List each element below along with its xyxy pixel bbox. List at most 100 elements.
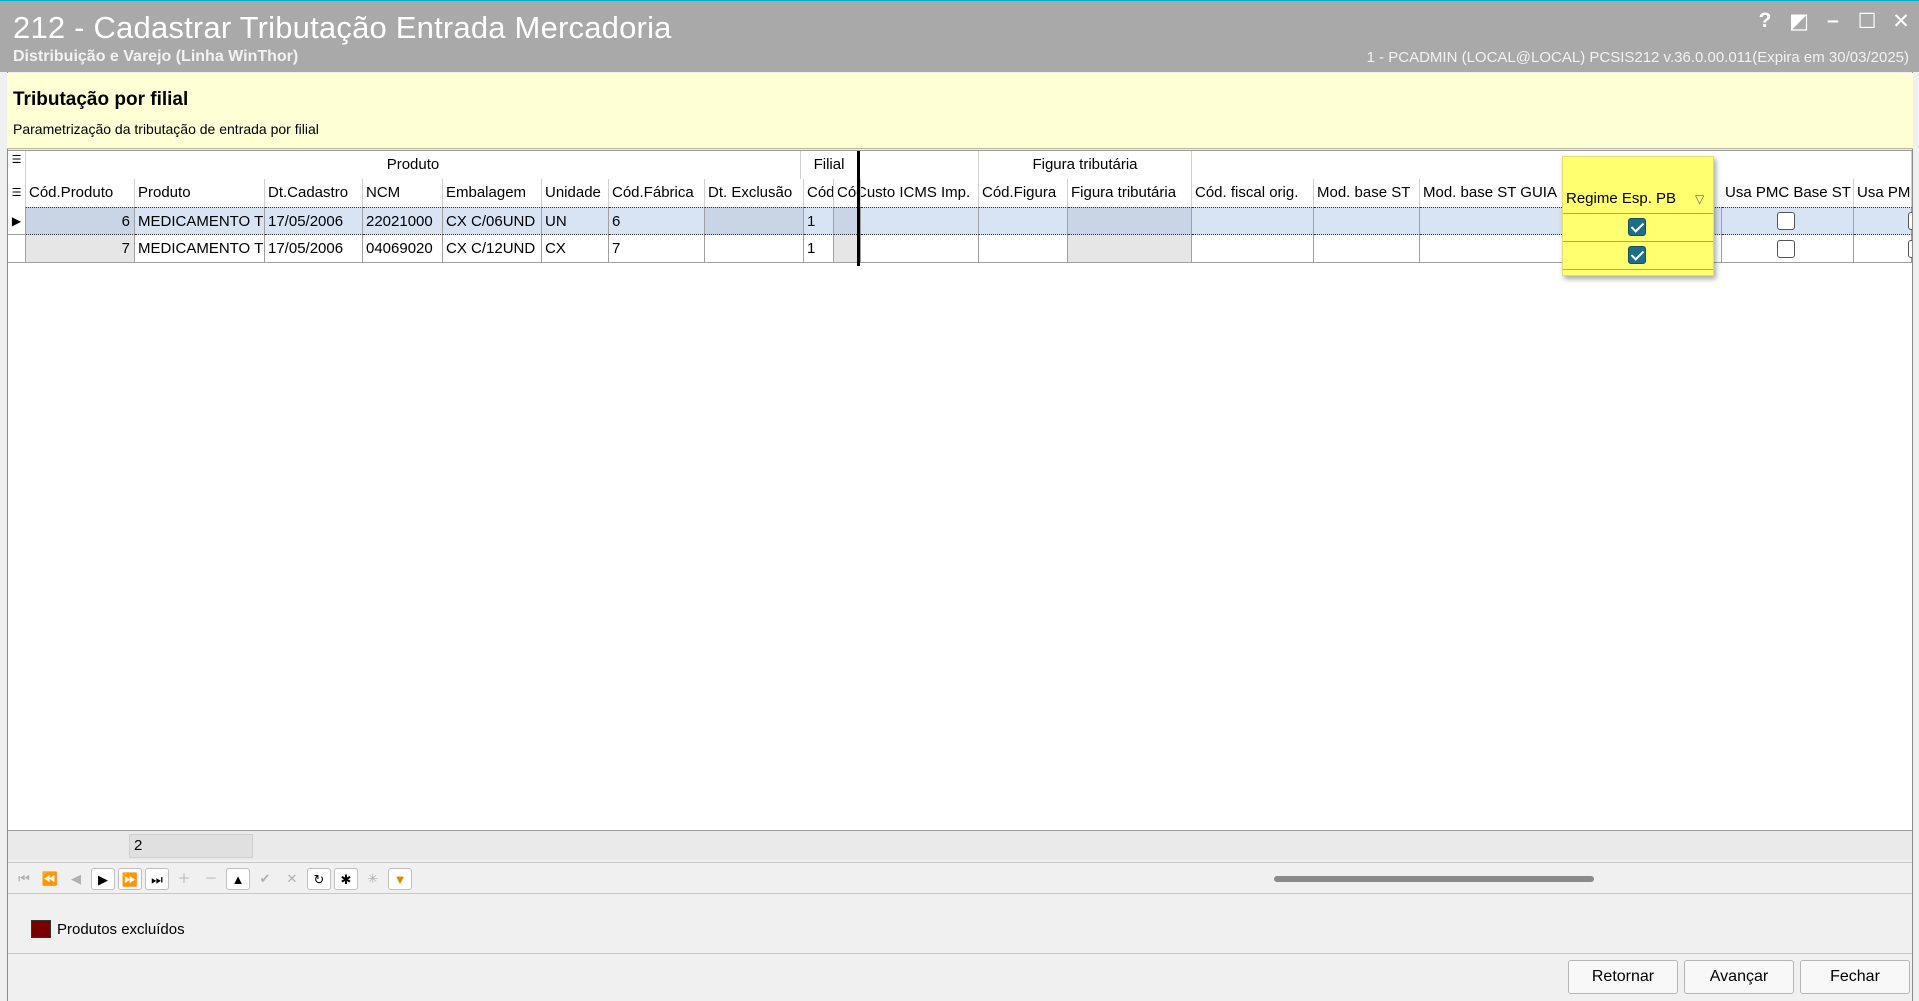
prev-page-icon[interactable]: ⏪ xyxy=(38,868,62,890)
col-cod-filial[interactable]: Cód. xyxy=(804,179,834,207)
cell-unidade[interactable]: CX xyxy=(542,235,609,263)
filter-funnel-icon[interactable]: ▼ xyxy=(388,868,412,890)
cell-ncm[interactable]: 22021000 xyxy=(363,207,443,235)
grid-navigator: ⏮ ⏪ ◀ ▶ ⏩ ⏭ ＋ － ▲ ✔ ✕ ↻ ✱ ✳ ▼ xyxy=(8,862,1912,894)
cell-cod-fiscal-orig[interactable] xyxy=(1192,207,1314,235)
record-count: 2 xyxy=(129,834,253,858)
band-figura: Figura tributária xyxy=(979,151,1192,179)
col-usa-pmc-base-st[interactable]: Usa PMC Base ST xyxy=(1722,179,1854,207)
col-produto[interactable]: Produto xyxy=(135,179,265,207)
col-unidade[interactable]: Unidade xyxy=(542,179,609,207)
edit-icon[interactable]: ▲ xyxy=(226,868,250,890)
band-menu-icon[interactable]: ☰ xyxy=(8,151,26,179)
usa-pmpf-checkbox[interactable] xyxy=(1908,240,1912,258)
cell-cod-filial[interactable]: 1 xyxy=(804,207,834,235)
section-banner: Tributação por filial Parametrização da … xyxy=(7,73,1913,149)
window-subtitle: Distribuição e Varejo (Linha WinThor) xyxy=(13,48,299,65)
regime-esp-pb-checkbox[interactable] xyxy=(1628,218,1646,236)
usa-pmpf-checkbox[interactable] xyxy=(1908,212,1912,230)
cell-cod-fabrica[interactable]: 6 xyxy=(609,207,705,235)
cell-dt-cadastro[interactable]: 17/05/2006 xyxy=(265,207,363,235)
refresh-icon[interactable]: ↻ xyxy=(307,868,331,890)
cell-mod-base-st-guia[interactable] xyxy=(1420,207,1570,235)
filter-icon[interactable]: ▽ xyxy=(1695,185,1704,213)
cell-dt-cadastro[interactable]: 17/05/2006 xyxy=(265,235,363,263)
next-record-icon[interactable]: ▶ xyxy=(91,868,115,890)
row-indicator-icon: ▶ xyxy=(8,207,26,235)
row-indicator xyxy=(8,235,26,263)
post-icon[interactable]: ✔ xyxy=(253,868,277,890)
legend: Produtos excluídos xyxy=(31,918,185,940)
cell-cod-fabrica[interactable]: 7 xyxy=(609,235,705,263)
legend-label: Produtos excluídos xyxy=(57,920,185,938)
col-cod-fiscal-orig[interactable]: Cód. fiscal orig. xyxy=(1192,179,1314,207)
minimize-icon[interactable]: – xyxy=(1823,9,1843,34)
regime-esp-pb-checkbox[interactable] xyxy=(1628,246,1646,264)
cell-produto[interactable]: MEDICAMENTO TESTE xyxy=(135,207,265,235)
insert-icon[interactable]: ＋ xyxy=(172,868,196,890)
window-title: 212 - Cadastrar Tributação Entrada Merca… xyxy=(13,10,672,45)
band-produto: Produto xyxy=(26,151,801,179)
legend-swatch xyxy=(31,920,51,938)
cell-custo-icms[interactable] xyxy=(861,235,979,263)
cell-figura-tributaria[interactable] xyxy=(1068,235,1192,263)
prev-record-icon[interactable]: ◀ xyxy=(64,868,88,890)
avancar-button[interactable]: Avançar xyxy=(1684,960,1794,994)
cancel-icon[interactable]: ✕ xyxy=(280,868,304,890)
col-dt-cadastro[interactable]: Dt.Cadastro xyxy=(265,179,363,207)
cell-embalagem[interactable]: CX C/12UND xyxy=(443,235,542,263)
grid-footer: 2 xyxy=(8,830,1912,860)
col-usa-pmpf[interactable]: Usa PMPF xyxy=(1854,179,1912,207)
cell-cod-figura[interactable] xyxy=(979,207,1068,235)
cell-custo-icms[interactable] xyxy=(861,207,979,235)
cell-embalagem[interactable]: CX C/06UND xyxy=(443,207,542,235)
fechar-button[interactable]: Fechar xyxy=(1800,960,1910,994)
first-page-icon[interactable]: ⏮ xyxy=(12,868,36,890)
close-icon[interactable]: ✕ xyxy=(1891,9,1911,34)
col-custo-icms[interactable]: Custo ICMS Imp. xyxy=(861,179,979,207)
divider xyxy=(8,953,1912,954)
cell-cod-fiscal-orig[interactable] xyxy=(1192,235,1314,263)
cell-cod-filial[interactable]: 1 xyxy=(804,235,834,263)
bookmark-icon[interactable]: ✱ xyxy=(334,868,358,890)
col-dt-exclusao[interactable]: Dt. Exclusão xyxy=(705,179,804,207)
col-regime-esp-pb[interactable]: Regime Esp. PB xyxy=(1563,185,1713,213)
col-cod-produto[interactable]: Cód.Produto xyxy=(26,179,135,207)
maximize-icon[interactable]: ☐ xyxy=(1857,9,1877,34)
band-blank-1 xyxy=(861,151,979,179)
retornar-button[interactable]: Retornar xyxy=(1568,960,1678,994)
delete-icon[interactable]: － xyxy=(199,868,223,890)
columns-menu-icon[interactable]: ☰ xyxy=(8,179,26,207)
next-page-icon[interactable]: ⏩ xyxy=(118,868,142,890)
last-page-icon[interactable]: ⏭ xyxy=(145,868,169,890)
cell-dt-exclusao[interactable] xyxy=(705,235,804,263)
restore-icon[interactable]: ◩ xyxy=(1789,9,1809,34)
cell-cod-figura[interactable] xyxy=(979,235,1068,263)
band-blank-2 xyxy=(1192,151,1912,179)
usa-pmc-checkbox[interactable] xyxy=(1777,240,1795,258)
cell-usa-pmpf[interactable] xyxy=(1854,207,1912,235)
cell-unidade[interactable]: UN xyxy=(542,207,609,235)
cell-cod-produto[interactable]: 7 xyxy=(26,235,135,263)
col-embalagem[interactable]: Embalagem xyxy=(443,179,542,207)
horizontal-scrollbar[interactable] xyxy=(1274,876,1594,882)
cell-dt-exclusao[interactable] xyxy=(705,207,804,235)
col-mod-base-st[interactable]: Mod. base ST xyxy=(1314,179,1420,207)
cell-figura-tributaria[interactable] xyxy=(1068,207,1192,235)
usa-pmc-checkbox[interactable] xyxy=(1777,212,1795,230)
col-cod-fabrica[interactable]: Cód.Fábrica xyxy=(609,179,705,207)
cell-mod-base-st-guia[interactable] xyxy=(1420,235,1570,263)
cell-mod-base-st[interactable] xyxy=(1314,235,1420,263)
help-icon[interactable]: ? xyxy=(1755,9,1775,34)
band-filial: Filial xyxy=(801,151,858,179)
goto-bookmark-icon[interactable]: ✳ xyxy=(361,868,385,890)
col-ncm[interactable]: NCM xyxy=(363,179,443,207)
cell-usa-pmpf[interactable] xyxy=(1854,235,1912,263)
cell-mod-base-st[interactable] xyxy=(1314,207,1420,235)
col-cod-figura[interactable]: Cód.Figura xyxy=(979,179,1068,207)
cell-cod-produto[interactable]: 6 xyxy=(26,207,135,235)
col-figura-tributaria[interactable]: Figura tributária xyxy=(1068,179,1192,207)
cell-ncm[interactable]: 04069020 xyxy=(363,235,443,263)
cell-produto[interactable]: MEDICAMENTO TESTE xyxy=(135,235,265,263)
col-mod-base-st-guia[interactable]: Mod. base ST GUIA xyxy=(1420,179,1570,207)
